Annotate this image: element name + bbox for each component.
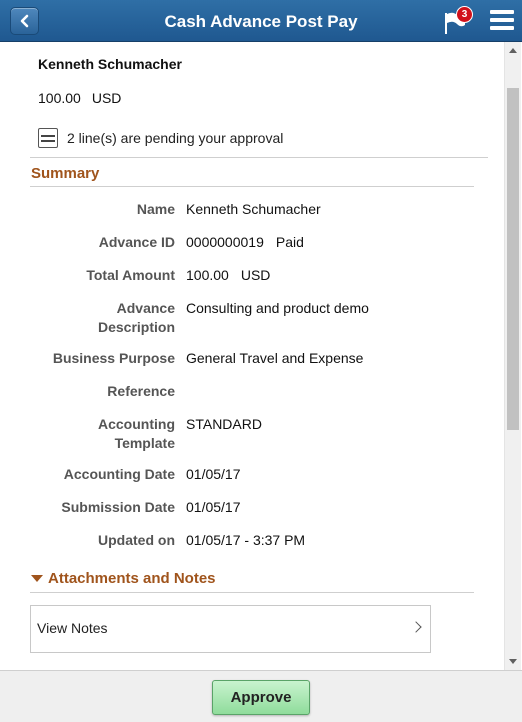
- updated-on-label: Updated on: [98, 532, 175, 548]
- view-notes-label: View Notes: [37, 620, 108, 636]
- accounting-date-label: Accounting Date: [63, 466, 175, 482]
- advance-description-value: Consulting and product demo: [186, 300, 369, 316]
- accounting-template-label-line1: Accounting: [98, 416, 175, 432]
- back-button[interactable]: [10, 7, 39, 35]
- top-navigation-bar: Cash Advance Post Pay 3: [0, 0, 522, 42]
- advance-description-label: Advance Description: [98, 299, 175, 337]
- business-purpose-value: General Travel and Expense: [186, 350, 364, 366]
- accounting-date-value: 01/05/17: [186, 466, 241, 482]
- business-purpose-label: Business Purpose: [52, 350, 175, 366]
- request-amount: 100.00 USD: [38, 90, 121, 106]
- name-label: Name: [136, 201, 175, 217]
- footer-bar: Approve: [0, 670, 522, 722]
- accounting-template-value: STANDARD: [186, 416, 262, 432]
- name-value: Kenneth Schumacher: [186, 201, 321, 217]
- amount-currency: USD: [91, 90, 122, 106]
- divider: [30, 157, 488, 158]
- view-notes-button[interactable]: View Notes: [30, 605, 431, 653]
- advance-id-value: 0000000019 Paid: [186, 233, 304, 252]
- advance-id-number: 0000000019: [186, 234, 264, 250]
- pending-lines-link[interactable]: 2 line(s) are pending your approval: [38, 126, 283, 150]
- reference-label: Reference: [107, 383, 175, 399]
- notifications-button[interactable]: 3: [442, 6, 473, 36]
- advance-status: Paid: [275, 234, 304, 250]
- lines-icon: [38, 128, 58, 148]
- scrollbar-thumb[interactable]: [507, 88, 519, 430]
- amount-value: 100.00: [38, 90, 81, 106]
- attachments-section-toggle[interactable]: Attachments and Notes: [31, 570, 216, 587]
- summary-section-title: Summary: [31, 165, 100, 182]
- total-amount-number: 100.00: [186, 267, 229, 283]
- total-amount-currency: USD: [240, 267, 271, 283]
- submission-date-value: 01/05/17: [186, 499, 241, 515]
- accounting-template-label-line2: Template: [114, 435, 175, 451]
- pending-lines-text: 2 line(s) are pending your approval: [67, 130, 284, 146]
- advance-id-label: Advance ID: [98, 234, 175, 250]
- hamburger-menu-icon[interactable]: [490, 10, 514, 32]
- approve-button[interactable]: Approve: [212, 680, 310, 715]
- collapse-triangle-icon: [31, 575, 43, 582]
- content-area: Kenneth Schumacher 100.00 USD 2 line(s) a…: [0, 42, 504, 670]
- vertical-scrollbar[interactable]: [504, 42, 521, 670]
- chevron-right-icon: [410, 621, 422, 633]
- scroll-down-arrow-icon[interactable]: [509, 659, 517, 664]
- notification-count-badge: 3: [456, 6, 473, 23]
- total-amount-value: 100.00 USD: [186, 266, 270, 285]
- advance-description-label-line1: Advance: [116, 300, 175, 316]
- divider: [30, 186, 474, 187]
- attachments-section-title: Attachments and Notes: [48, 570, 216, 587]
- divider: [30, 592, 474, 593]
- total-amount-label: Total Amount: [86, 267, 175, 283]
- requester-name: Kenneth Schumacher: [38, 56, 182, 72]
- submission-date-label: Submission Date: [61, 499, 175, 515]
- advance-description-label-line2: Description: [97, 319, 175, 335]
- updated-on-value: 01/05/17 - 3:37 PM: [186, 532, 306, 548]
- chevron-left-icon: [20, 14, 28, 28]
- accounting-template-label: Accounting Template: [98, 415, 175, 453]
- scroll-up-arrow-icon[interactable]: [509, 48, 517, 53]
